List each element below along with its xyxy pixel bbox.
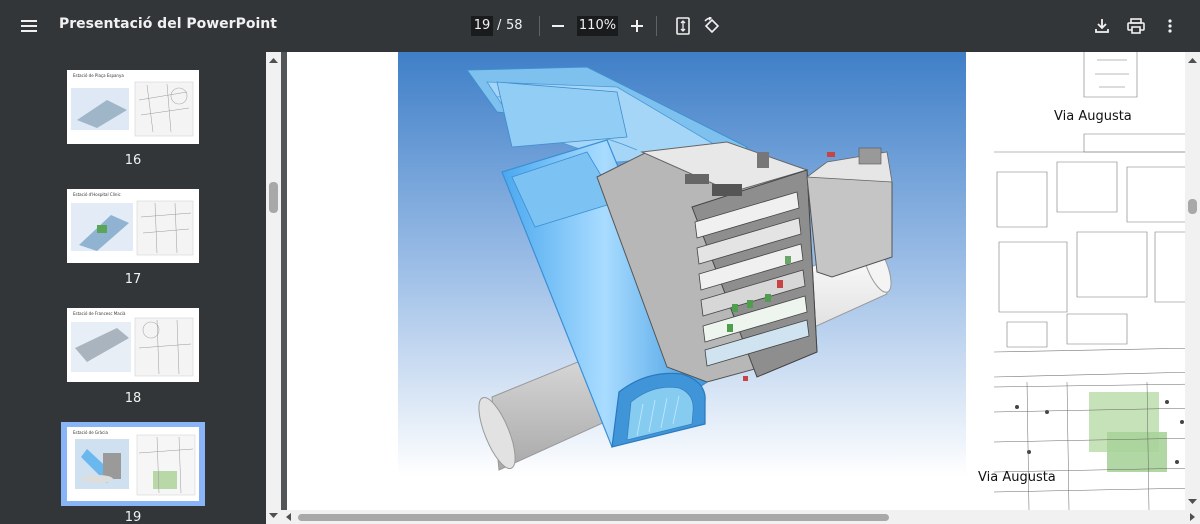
more-options-button[interactable] (1156, 12, 1184, 40)
menu-icon (21, 20, 37, 32)
thumbnail-page-19[interactable]: Estació de Gràcia (67, 427, 199, 501)
thumbnail-caption: Estació de Plaça Espanya (73, 73, 124, 78)
thumbnail-page-17[interactable]: Estació d'Hospital Clínic (67, 189, 199, 263)
thumbnail-page-18[interactable]: Estació de Francesc Macià (67, 308, 199, 382)
scroll-up-arrow-icon[interactable] (266, 54, 281, 66)
map-label-via-augusta-top: Via Augusta (1054, 109, 1132, 124)
print-icon (1127, 18, 1145, 34)
thumbnail-page-number: 16 (124, 153, 142, 168)
scroll-left-arrow-icon[interactable] (283, 510, 295, 524)
page-total: 58 (506, 18, 523, 33)
thumbnail-page-16[interactable]: Estació de Plaça Espanya (67, 70, 199, 144)
more-icon (1168, 19, 1172, 33)
toolbar-divider (539, 16, 540, 36)
zoom-out-icon (552, 25, 564, 27)
rotate-icon (704, 17, 720, 34)
scroll-up-arrow-icon[interactable] (1185, 54, 1200, 66)
scroll-down-arrow-icon[interactable] (266, 510, 281, 522)
zoom-out-button[interactable] (544, 12, 572, 40)
download-button[interactable] (1088, 12, 1116, 40)
menu-button[interactable] (15, 12, 43, 40)
print-button[interactable] (1122, 12, 1150, 40)
page-separator: / (497, 18, 502, 33)
thumbnail-page-number: 17 (124, 272, 142, 287)
download-icon (1095, 19, 1109, 33)
sidebar-scrollbar[interactable] (266, 52, 281, 524)
thumbnail-page-number: 19 (124, 510, 142, 524)
slide-page: Via Augusta Via Augusta (287, 52, 1200, 510)
toolbar: Presentació del PowerPoint 19 / 58 110% (0, 0, 1200, 52)
rotate-button[interactable] (698, 12, 726, 40)
fit-page-button[interactable] (669, 12, 697, 40)
thumbnail-caption: Estació d'Hospital Clínic (73, 192, 121, 197)
thumbnail-caption: Estació de Gràcia (73, 430, 108, 435)
thumbnail-page-number: 18 (124, 391, 142, 406)
thumbnail-sidebar: Estació de Plaça Espanya 16 Estació d'Ho… (0, 52, 266, 524)
zoom-level-input[interactable]: 110% (577, 16, 618, 36)
viewer-horizontal-scroll-thumb[interactable] (298, 514, 889, 521)
toolbar-divider (656, 16, 657, 36)
thumbnail-image (71, 200, 194, 256)
thumbnail-image (71, 81, 194, 137)
document-title: Presentació del PowerPoint (59, 16, 277, 32)
thumbnail-image (75, 434, 196, 496)
sidebar-scroll-thumb[interactable] (269, 182, 278, 213)
thumbnail-image (71, 317, 194, 377)
viewer-vertical-scrollbar[interactable] (1185, 52, 1200, 510)
viewer-vertical-scroll-thumb[interactable] (1188, 199, 1197, 214)
zoom-in-button[interactable] (623, 12, 651, 40)
scroll-down-arrow-icon[interactable] (1185, 496, 1200, 508)
zoom-in-icon (631, 20, 643, 32)
fit-page-icon (676, 17, 690, 35)
scroll-right-arrow-icon[interactable] (1186, 510, 1198, 524)
map-label-via-augusta-bottom: Via Augusta (978, 470, 1056, 485)
thumbnail-caption: Estació de Francesc Macià (73, 311, 126, 316)
page-number-input[interactable]: 19 (471, 16, 493, 36)
